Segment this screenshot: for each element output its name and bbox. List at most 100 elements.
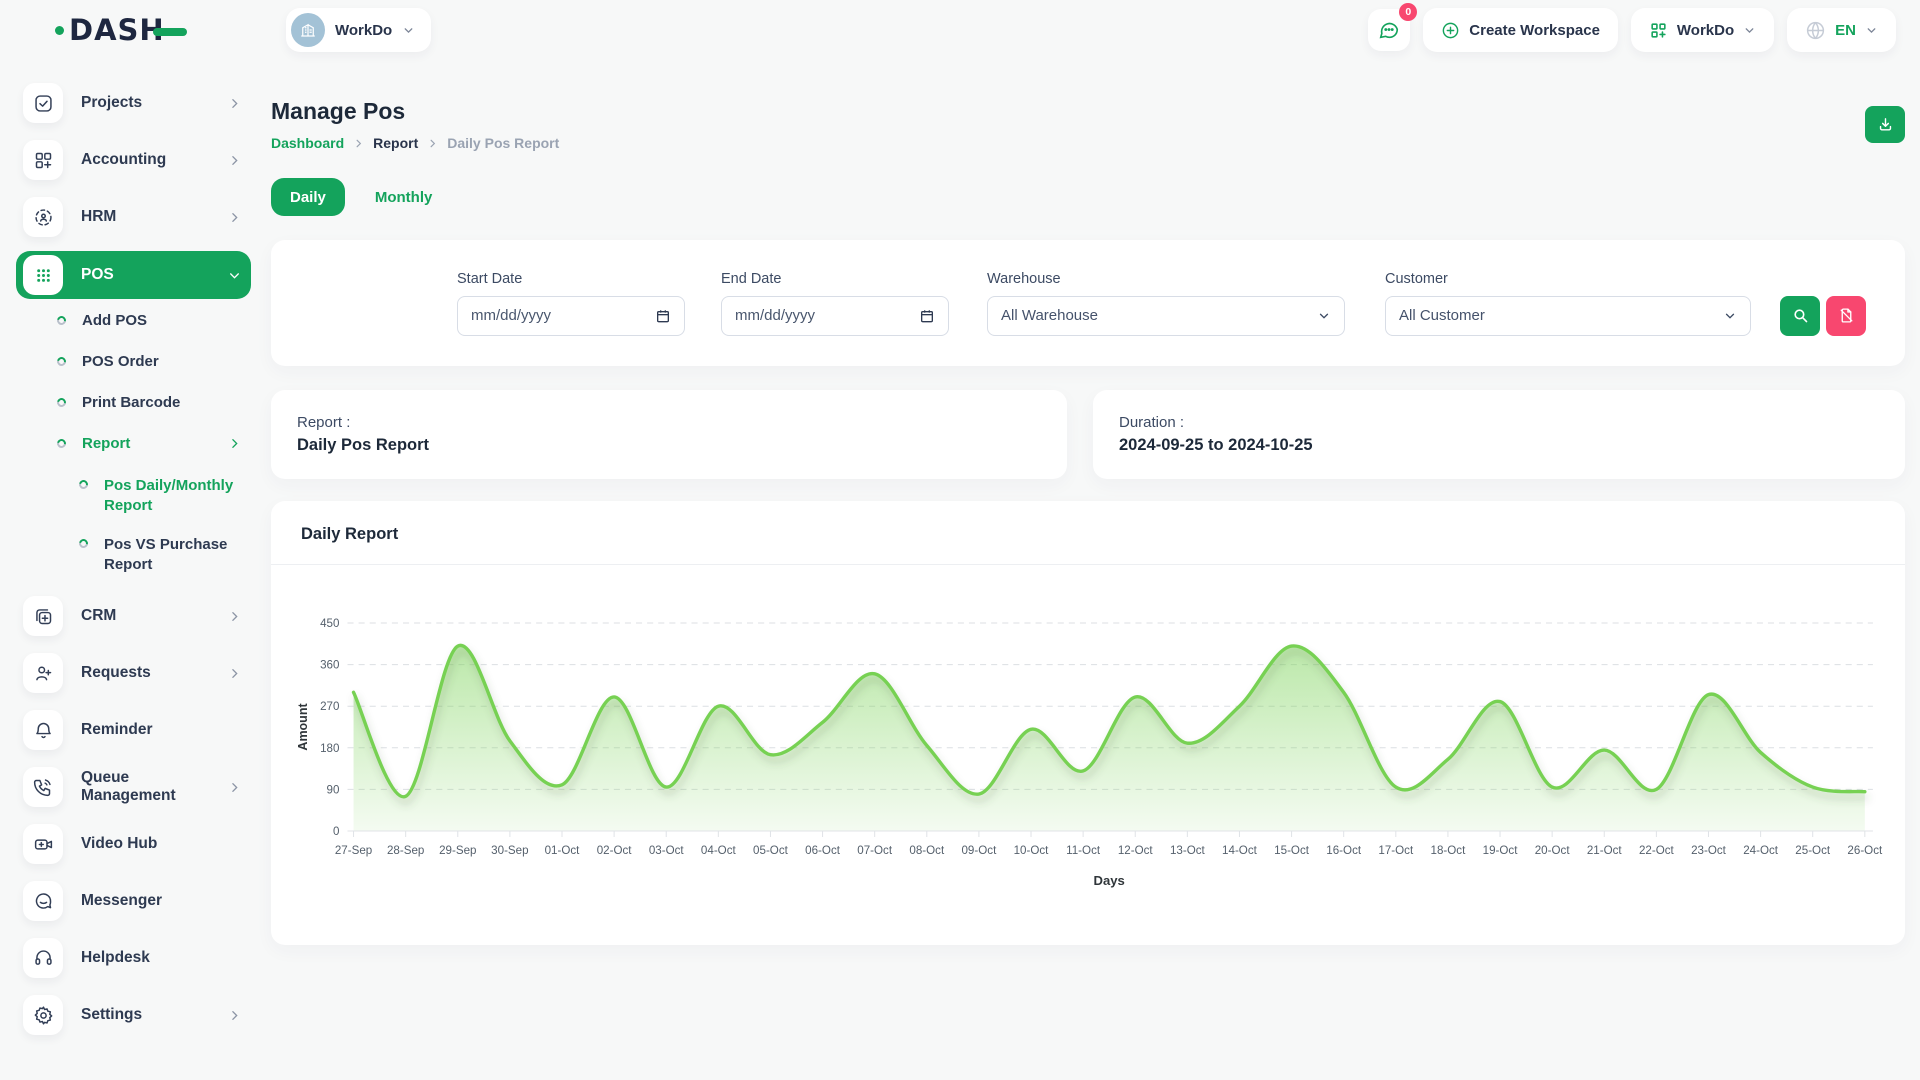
sidebar-item-video-hub[interactable]: Video Hub xyxy=(16,821,251,867)
svg-text:18-Oct: 18-Oct xyxy=(1431,845,1467,857)
sidebar-item-pos-order[interactable]: POS Order xyxy=(16,353,251,370)
search-icon xyxy=(1792,307,1809,324)
svg-text:22-Oct: 22-Oct xyxy=(1639,845,1675,857)
sidebar-item-helpdesk[interactable]: Helpdesk xyxy=(16,935,251,981)
chevron-right-icon xyxy=(228,667,241,680)
sidebar-item-settings[interactable]: Settings xyxy=(16,992,251,1038)
reset-filter-button[interactable] xyxy=(1826,296,1866,336)
plus-circle-icon xyxy=(1441,21,1460,40)
download-report-button[interactable] xyxy=(1865,106,1905,143)
calendar-icon xyxy=(655,308,671,324)
sidebar-item-pos-vs-purchase-report[interactable]: Pos VS Purchase Report xyxy=(16,535,251,576)
report-period-tabs: Daily Monthly xyxy=(271,178,1905,216)
chevron-down-icon xyxy=(228,269,241,282)
svg-text:07-Oct: 07-Oct xyxy=(857,845,893,857)
bullet-icon xyxy=(55,314,68,327)
svg-text:30-Sep: 30-Sep xyxy=(491,845,528,857)
sidebar-item-add-pos[interactable]: Add POS xyxy=(16,312,251,329)
svg-text:29-Sep: 29-Sep xyxy=(439,845,476,857)
end-date-input[interactable]: mm/dd/yyyy xyxy=(721,296,949,336)
video-camera-icon xyxy=(23,824,63,864)
daily-report-card: Daily Report 09018027036045027-Sep28-Sep… xyxy=(271,501,1905,945)
sidebar-item-crm[interactable]: CRM xyxy=(16,593,251,639)
calendar-icon xyxy=(919,308,935,324)
start-date-input[interactable]: mm/dd/yyyy xyxy=(457,296,685,336)
sidebar-item-pos-daily-monthly-report[interactable]: Pos Daily/Monthly Report xyxy=(16,476,251,517)
svg-text:20-Oct: 20-Oct xyxy=(1535,845,1571,857)
svg-text:180: 180 xyxy=(320,743,339,755)
customer-select[interactable]: All Customer xyxy=(1385,296,1751,336)
account-menu-label: WorkDo xyxy=(1677,22,1734,39)
sidebar-item-hrm[interactable]: HRM xyxy=(16,194,251,240)
chart-title: Daily Report xyxy=(271,501,1905,564)
workspace-switcher[interactable]: WorkDo xyxy=(286,8,431,52)
create-workspace-label: Create Workspace xyxy=(1469,22,1600,39)
svg-text:25-Oct: 25-Oct xyxy=(1795,845,1831,857)
sidebar-item-projects[interactable]: Projects xyxy=(16,80,251,126)
svg-text:10-Oct: 10-Oct xyxy=(1014,845,1050,857)
app-logo[interactable]: DASH xyxy=(55,13,187,47)
bullet-icon xyxy=(55,396,68,409)
apply-filter-button[interactable] xyxy=(1780,296,1820,336)
svg-text:12-Oct: 12-Oct xyxy=(1118,845,1154,857)
workspace-avatar xyxy=(291,13,325,47)
breadcrumb-report[interactable]: Report xyxy=(373,135,418,151)
clear-file-icon xyxy=(1838,307,1855,324)
bullet-icon xyxy=(77,478,90,491)
create-workspace-button[interactable]: Create Workspace xyxy=(1423,8,1618,52)
chevron-down-icon xyxy=(402,24,415,37)
svg-text:Amount: Amount xyxy=(296,703,310,751)
chevron-right-icon xyxy=(228,1009,241,1022)
warehouse-select[interactable]: All Warehouse xyxy=(987,296,1345,336)
bullet-icon xyxy=(77,537,90,550)
svg-text:14-Oct: 14-Oct xyxy=(1222,845,1258,857)
sidebar-item-reminder[interactable]: Reminder xyxy=(16,707,251,753)
sidebar-item-label: Projects xyxy=(81,94,142,112)
chevron-right-icon xyxy=(228,781,241,794)
svg-text:06-Oct: 06-Oct xyxy=(805,845,841,857)
logo-dash-bar xyxy=(153,28,187,36)
tab-daily[interactable]: Daily xyxy=(271,178,345,216)
bullet-icon xyxy=(55,355,68,368)
download-icon xyxy=(1877,116,1894,133)
svg-text:09-Oct: 09-Oct xyxy=(961,845,997,857)
sidebar-item-accounting[interactable]: Accounting xyxy=(16,137,251,183)
duration-label: Duration : xyxy=(1119,414,1879,431)
language-menu[interactable]: EN xyxy=(1787,8,1896,52)
pos-dots-grid-icon xyxy=(23,255,63,295)
building-icon xyxy=(299,21,317,39)
sidebar-item-pos[interactable]: POS xyxy=(16,251,251,299)
svg-text:01-Oct: 01-Oct xyxy=(545,845,581,857)
breadcrumb-dashboard-link[interactable]: Dashboard xyxy=(271,135,344,151)
sidebar-item-requests[interactable]: Requests xyxy=(16,650,251,696)
svg-text:90: 90 xyxy=(327,784,340,796)
daily-report-chart[interactable]: 09018027036045027-Sep28-Sep29-Sep30-Sep0… xyxy=(291,573,1885,903)
sidebar-item-queue-management[interactable]: Queue Management xyxy=(16,764,251,810)
svg-text:08-Oct: 08-Oct xyxy=(909,845,945,857)
bullet-icon xyxy=(55,437,68,450)
sidebar-item-messenger[interactable]: Messenger xyxy=(16,878,251,924)
chevron-down-icon xyxy=(1743,24,1756,37)
workspace-name: WorkDo xyxy=(335,22,392,39)
report-label: Report : xyxy=(297,414,1041,431)
chevron-right-icon xyxy=(228,437,241,450)
chevron-right-icon xyxy=(228,211,241,224)
messages-button[interactable]: 0 xyxy=(1368,9,1410,51)
svg-text:450: 450 xyxy=(320,618,339,630)
tab-monthly[interactable]: Monthly xyxy=(361,189,447,206)
gear-icon xyxy=(23,995,63,1035)
chevron-down-icon xyxy=(1723,309,1737,323)
account-menu[interactable]: WorkDo xyxy=(1631,8,1774,52)
breadcrumb-separator-icon xyxy=(353,138,364,149)
chat-bubble-icon xyxy=(1378,19,1400,41)
svg-text:13-Oct: 13-Oct xyxy=(1170,845,1206,857)
breadcrumb-current: Daily Pos Report xyxy=(447,135,559,151)
svg-text:11-Oct: 11-Oct xyxy=(1066,845,1101,857)
sidebar-item-report[interactable]: Report xyxy=(16,435,251,452)
sidebar-item-print-barcode[interactable]: Print Barcode xyxy=(16,394,251,411)
bell-icon xyxy=(23,710,63,750)
headset-icon xyxy=(23,938,63,978)
end-date-label: End Date xyxy=(721,271,949,287)
page-title: Manage Pos xyxy=(271,98,559,125)
warehouse-label: Warehouse xyxy=(987,271,1345,287)
